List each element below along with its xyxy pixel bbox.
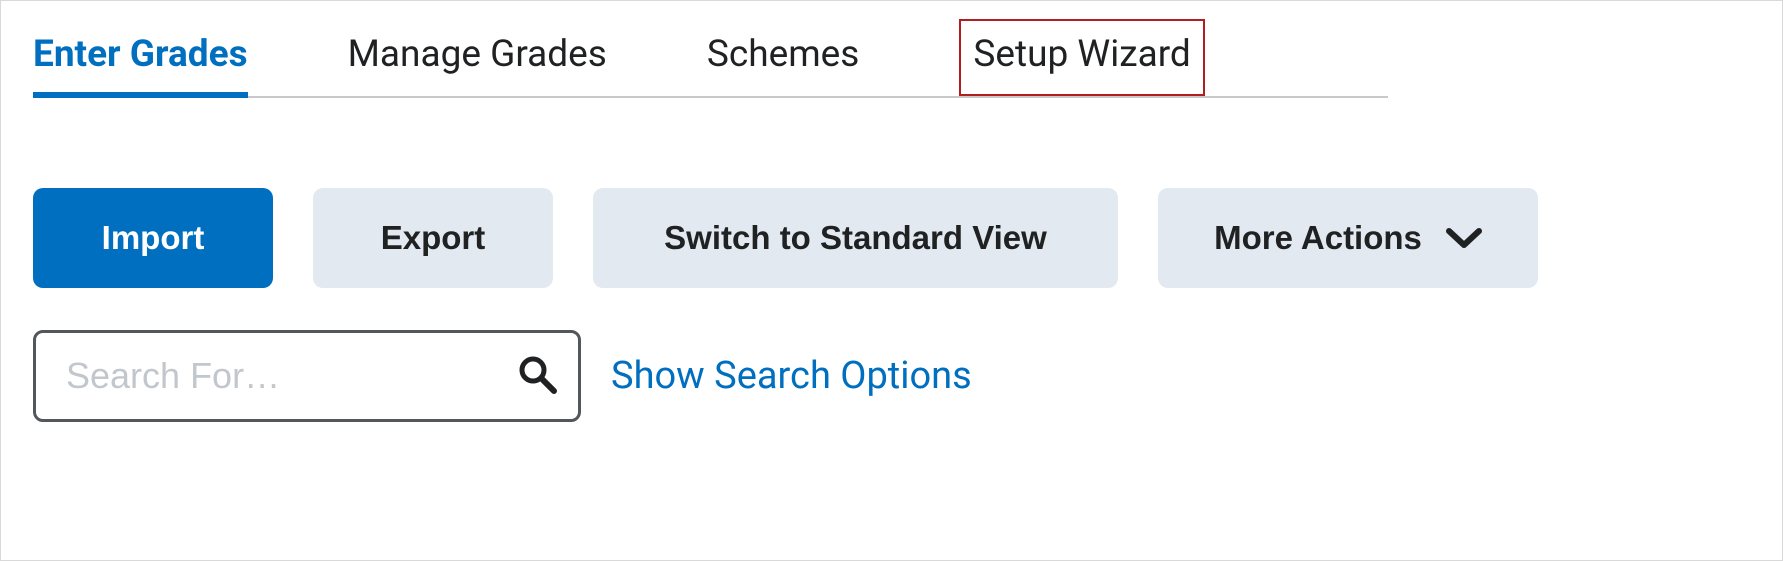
- more-actions-button[interactable]: More Actions: [1158, 188, 1538, 288]
- tab-bar: Enter Grades Manage Grades Schemes Setup…: [33, 25, 1388, 98]
- more-actions-label: More Actions: [1214, 219, 1422, 257]
- tab-manage-grades[interactable]: Manage Grades: [348, 25, 607, 96]
- export-button[interactable]: Export: [313, 188, 553, 288]
- tab-setup-wizard[interactable]: Setup Wizard: [959, 19, 1204, 96]
- search-input[interactable]: [33, 330, 581, 422]
- chevron-down-icon: [1446, 219, 1482, 257]
- switch-view-button[interactable]: Switch to Standard View: [593, 188, 1118, 288]
- search-wrapper: [33, 330, 581, 422]
- import-button[interactable]: Import: [33, 188, 273, 288]
- show-search-options-link[interactable]: Show Search Options: [611, 354, 972, 398]
- tab-enter-grades[interactable]: Enter Grades: [33, 25, 248, 96]
- search-row: Show Search Options: [33, 330, 1750, 422]
- page-container: Enter Grades Manage Grades Schemes Setup…: [0, 0, 1783, 561]
- tab-schemes[interactable]: Schemes: [707, 25, 860, 96]
- action-row: Import Export Switch to Standard View Mo…: [33, 188, 1750, 288]
